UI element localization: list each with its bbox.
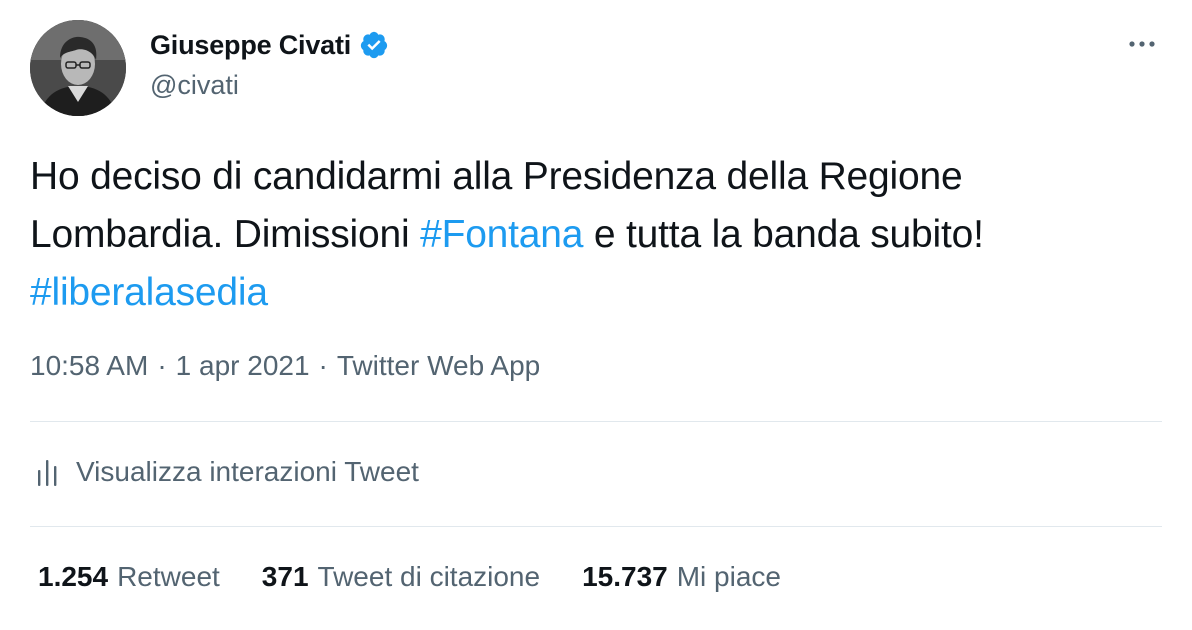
author-handle[interactable]: @civati xyxy=(150,70,239,101)
quote-tweets-stat[interactable]: 371 Tweet di citazione xyxy=(262,561,540,593)
verified-badge-icon xyxy=(359,30,389,60)
bar-chart-icon xyxy=(36,456,62,488)
stat-count: 1.254 xyxy=(38,561,109,592)
stat-count: 371 xyxy=(261,561,309,592)
view-analytics-label: Visualizza interazioni Tweet xyxy=(76,456,419,487)
retweets-stat[interactable]: 1.254 Retweet xyxy=(38,561,220,593)
tweet-card: Giuseppe Civati @civati Ho deciso di can… xyxy=(0,0,1192,630)
divider xyxy=(30,421,1162,422)
display-name[interactable]: Giuseppe Civati xyxy=(150,30,351,61)
tweet-date[interactable]: 1 apr 2021 xyxy=(176,350,310,381)
likes-stat[interactable]: 15.737 Mi piace xyxy=(582,561,781,593)
tweet-time[interactable]: 10:58 AM xyxy=(30,350,148,381)
view-analytics-button[interactable]: Visualizza interazioni Tweet xyxy=(36,456,419,488)
divider xyxy=(30,526,1162,527)
hashtag-link[interactable]: #liberalasedia xyxy=(30,271,268,314)
stat-label: Retweet xyxy=(117,561,220,592)
more-horizontal-icon[interactable] xyxy=(1124,32,1160,56)
tweet-source[interactable]: Twitter Web App xyxy=(337,350,540,381)
avatar[interactable] xyxy=(30,20,126,116)
author-name-row: Giuseppe Civati xyxy=(150,27,389,63)
tweet-text: Ho deciso di candidarmi alla Presidenza … xyxy=(30,148,1150,322)
tweet-meta: 10:58 AM · 1 apr 2021 · Twitter Web App xyxy=(30,350,540,382)
stat-count: 15.737 xyxy=(582,561,668,592)
stat-label: Tweet di citazione xyxy=(317,561,541,592)
stat-label: Mi piace xyxy=(676,561,781,592)
tweet-stats: 1.254 Retweet 371 Tweet di citazione 15.… xyxy=(38,561,823,593)
hashtag-link[interactable]: #Fontana xyxy=(420,213,583,256)
tweet-text-segment: e tutta la banda subito! xyxy=(583,213,984,256)
meta-separator: · xyxy=(318,350,328,381)
meta-separator: · xyxy=(157,350,167,381)
